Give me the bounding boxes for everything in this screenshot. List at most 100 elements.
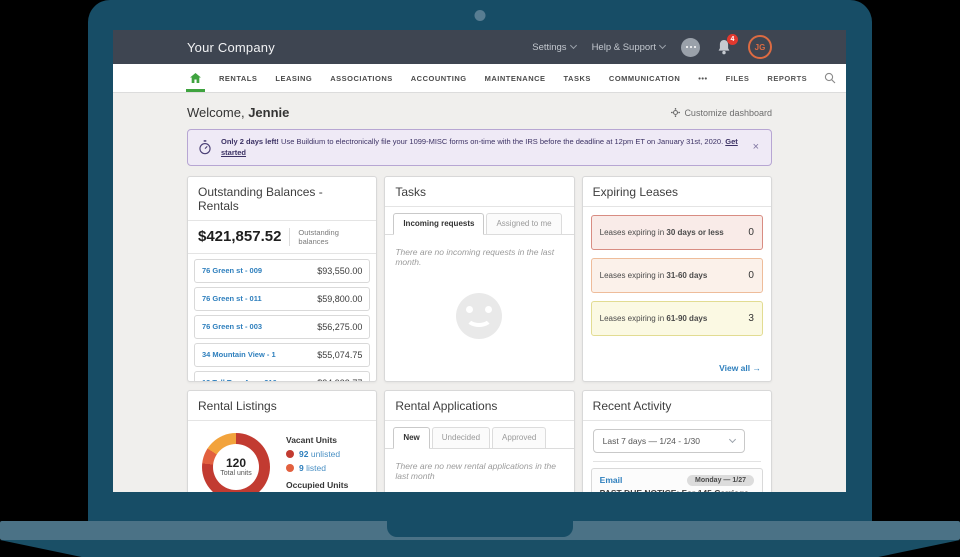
tab-undecided[interactable]: Undecided bbox=[432, 427, 490, 449]
donut-center: 120 Total units bbox=[213, 444, 259, 490]
company-name: Your Company bbox=[187, 40, 275, 55]
close-icon[interactable]: × bbox=[751, 142, 761, 153]
donut-legend: Vacant Units 92 unlisted 9 listed bbox=[286, 433, 348, 493]
laptop-notch bbox=[387, 521, 573, 537]
top-bar-actions: Settings Help & Support 4 JG bbox=[532, 35, 772, 59]
nav-item-tasks[interactable]: TASKS bbox=[555, 64, 600, 92]
total-units-label: Total units bbox=[220, 470, 252, 477]
legend-item[interactable]: 92 unlisted bbox=[286, 449, 348, 459]
balance-amount: $56,275.00 bbox=[317, 322, 362, 332]
balance-amount: $55,074.75 bbox=[317, 350, 362, 360]
settings-menu[interactable]: Settings bbox=[532, 42, 575, 53]
property-link[interactable]: 76 Green st - 009 bbox=[202, 266, 262, 275]
rental-applications-card: Rental Applications New Undecided Approv… bbox=[384, 390, 574, 493]
nav-item-associations[interactable]: ASSOCIATIONS bbox=[321, 64, 402, 92]
notification-badge: 4 bbox=[727, 34, 738, 45]
nav-item-communication[interactable]: COMMUNICATION bbox=[600, 64, 689, 92]
card-title: Recent Activity bbox=[583, 391, 771, 421]
tasks-empty-message: There are no incoming requests in the la… bbox=[385, 235, 573, 267]
property-link[interactable]: 13 Tall Tree Ave - 210 bbox=[202, 378, 277, 382]
table-row[interactable]: 76 Green st - 009 $93,550.00 bbox=[194, 259, 370, 283]
card-title: Rental Listings bbox=[188, 391, 376, 421]
table-row[interactable]: 34 Mountain View - 1 $55,074.75 bbox=[194, 343, 370, 367]
customize-dashboard-button[interactable]: Customize dashboard bbox=[671, 108, 772, 118]
table-row[interactable]: 76 Green st - 003 $56,275.00 bbox=[194, 315, 370, 339]
applications-tabs: New Undecided Approved bbox=[385, 421, 573, 449]
tasks-card: Tasks Incoming requests Assigned to me T… bbox=[384, 176, 574, 382]
main-nav: RENTALS LEASING ASSOCIATIONS ACCOUNTING … bbox=[113, 64, 846, 93]
recent-activity-card: Recent Activity Last 7 days — 1/24 - 1/3… bbox=[582, 390, 772, 493]
lease-count: 0 bbox=[748, 227, 754, 238]
total-balance: $421,857.52 bbox=[198, 228, 281, 245]
notifications-button[interactable]: 4 bbox=[716, 39, 732, 56]
laptop-mockup: Your Company Settings Help & Support 4 bbox=[0, 0, 960, 557]
leases-footer: View all → bbox=[583, 357, 771, 381]
app-screen: Your Company Settings Help & Support 4 bbox=[113, 30, 846, 492]
lease-rows: Leases expiring in 30 days or less 0 Lea… bbox=[583, 207, 771, 344]
total-balance-label: Outstanding balances bbox=[289, 228, 366, 246]
card-title: Tasks bbox=[385, 177, 573, 207]
customize-label: Customize dashboard bbox=[684, 108, 772, 118]
activity-date-badge: Monday — 1/27 bbox=[687, 475, 754, 486]
card-title: Outstanding Balances - Rentals bbox=[188, 177, 376, 221]
help-label: Help & Support bbox=[592, 42, 656, 53]
nav-item-reports[interactable]: REPORTS bbox=[758, 64, 816, 92]
table-row[interactable]: 76 Green st - 011 $59,800.00 bbox=[194, 287, 370, 311]
property-link[interactable]: 76 Green st - 011 bbox=[202, 294, 262, 303]
tab-incoming-requests[interactable]: Incoming requests bbox=[393, 213, 484, 235]
property-link[interactable]: 76 Green st - 003 bbox=[202, 322, 262, 331]
alert-bold-text: Only 2 days left! bbox=[221, 137, 279, 146]
top-bar: Your Company Settings Help & Support 4 bbox=[113, 30, 846, 64]
balance-amount: $59,800.00 bbox=[317, 294, 362, 304]
list-item[interactable]: Email Monday — 1/27 PAST DUE NOTICE: For… bbox=[591, 468, 763, 493]
lease-label: Leases expiring in 30 days or less bbox=[600, 228, 724, 237]
welcome-heading: Welcome, Jennie bbox=[187, 105, 289, 120]
lease-row-31-60-days[interactable]: Leases expiring in 31-60 days 0 bbox=[591, 258, 763, 293]
units-donut-chart: 120 Total units bbox=[202, 433, 270, 493]
dashboard-body: Welcome, Jennie Customize dashboard bbox=[113, 93, 846, 492]
property-link[interactable]: 34 Mountain View - 1 bbox=[202, 350, 276, 359]
settings-label: Settings bbox=[532, 42, 566, 53]
balance-amount: $34,932.77 bbox=[317, 378, 362, 382]
nav-item-leasing[interactable]: LEASING bbox=[266, 64, 321, 92]
tab-approved[interactable]: Approved bbox=[492, 427, 546, 449]
activity-date-filter[interactable]: Last 7 days — 1/24 - 1/30 bbox=[593, 429, 745, 453]
lease-row-30-days[interactable]: Leases expiring in 30 days or less 0 bbox=[591, 215, 763, 250]
legend-group-title: Occupied Units bbox=[286, 480, 348, 490]
search-button[interactable] bbox=[816, 64, 844, 92]
activity-description: PAST DUE NOTICE: For 145 Carriage Road -… bbox=[600, 488, 754, 493]
tasks-tabs: Incoming requests Assigned to me bbox=[385, 207, 573, 235]
filter-value: Last 7 days — 1/24 - 1/30 bbox=[603, 436, 700, 446]
red-dot-icon bbox=[286, 450, 294, 458]
balances-summary: $421,857.52 Outstanding balances bbox=[188, 221, 376, 254]
lease-label: Leases expiring in 31-60 days bbox=[600, 271, 708, 280]
applications-empty-message: There are no new rental applications in … bbox=[385, 449, 573, 481]
tab-new[interactable]: New bbox=[393, 427, 429, 449]
nav-item-rentals[interactable]: RENTALS bbox=[210, 64, 266, 92]
nav-item-home[interactable] bbox=[181, 64, 210, 92]
tab-assigned-to-me[interactable]: Assigned to me bbox=[486, 213, 561, 235]
legend-item[interactable]: 9 listed bbox=[286, 463, 348, 473]
chevron-down-icon bbox=[570, 42, 577, 49]
nav-more-button[interactable]: ••• bbox=[689, 64, 716, 92]
webcam-icon bbox=[475, 10, 486, 21]
activity-type-link[interactable]: Email bbox=[600, 475, 623, 485]
lease-row-61-90-days[interactable]: Leases expiring in 61-90 days 3 bbox=[591, 301, 763, 336]
laptop-foot bbox=[0, 540, 960, 557]
gear-icon bbox=[671, 108, 680, 117]
nav-item-files[interactable]: FILES bbox=[717, 64, 759, 92]
avatar[interactable]: JG bbox=[748, 35, 772, 59]
orange-dot-icon bbox=[286, 464, 294, 472]
nav-item-maintenance[interactable]: MAINTENANCE bbox=[476, 64, 555, 92]
lease-label: Leases expiring in 61-90 days bbox=[600, 314, 708, 323]
nav-item-accounting[interactable]: ACCOUNTING bbox=[402, 64, 476, 92]
balance-amount: $93,550.00 bbox=[317, 266, 362, 276]
help-support-menu[interactable]: Help & Support bbox=[592, 42, 665, 53]
stopwatch-icon bbox=[198, 140, 212, 155]
card-title: Expiring Leases bbox=[583, 177, 771, 207]
chat-icon[interactable] bbox=[681, 38, 700, 57]
view-all-link[interactable]: View all → bbox=[719, 363, 761, 373]
table-row[interactable]: 13 Tall Tree Ave - 210 $34,932.77 bbox=[194, 371, 370, 382]
outstanding-balances-card: Outstanding Balances - Rentals $421,857.… bbox=[187, 176, 377, 382]
total-units-value: 120 bbox=[226, 456, 246, 470]
